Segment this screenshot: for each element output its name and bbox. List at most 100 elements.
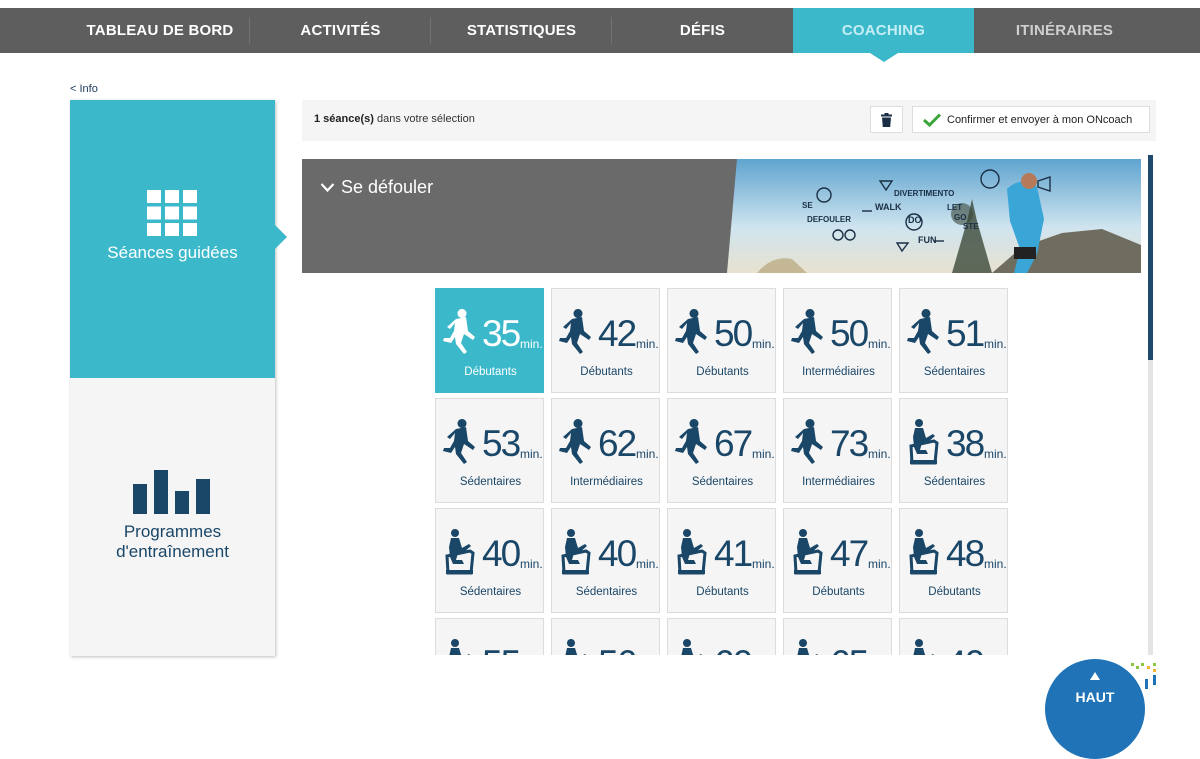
confirm-send-button[interactable]: Confirmer et envoyer à mon ONcoach	[912, 106, 1150, 133]
session-tile[interactable]: 48 min. Débutants	[899, 508, 1008, 613]
bike-icon	[909, 529, 939, 575]
banner-word: FUN	[918, 235, 937, 245]
tab-tableau-de-bord[interactable]: TABLEAU DE BORD	[0, 8, 250, 53]
selection-bar: 1 séance(s) dans votre sélection Confirm…	[302, 100, 1156, 141]
bike-icon	[793, 529, 823, 575]
session-duration: 41	[714, 533, 753, 574]
session-duration-unit: min.	[752, 337, 775, 351]
session-tile[interactable]: 35 min. Débutants	[435, 288, 544, 393]
session-duration: 35	[482, 313, 521, 354]
tab-statistiques[interactable]: STATISTIQUES	[431, 8, 612, 53]
delete-selection-button[interactable]	[870, 106, 903, 133]
session-tile[interactable]: 65min.	[783, 618, 892, 655]
selection-count: 1 séance(s)	[314, 113, 374, 125]
selection-summary: 1 séance(s) dans votre sélection	[314, 113, 475, 125]
session-level: Intermédiaires	[802, 366, 875, 378]
session-duration: 40	[598, 533, 637, 574]
session-level: Débutants	[696, 366, 749, 378]
session-tile[interactable]: 40min.	[899, 618, 1008, 655]
session-level: Sédentaires	[691, 476, 754, 488]
banner-word: GO	[954, 213, 967, 222]
session-duration-unit: min.	[636, 557, 659, 571]
session-duration-unit: min.	[868, 337, 891, 351]
coaching-sidebar: Séances guidées Programmes d'entraînemen…	[70, 100, 287, 656]
banner-word: DEFOULER	[807, 215, 851, 224]
session-duration: 42	[598, 313, 637, 354]
session-duration: 60	[714, 644, 753, 656]
banner-word: LET	[947, 203, 963, 212]
session-duration: 56	[598, 644, 637, 656]
session-duration: 47	[830, 533, 869, 574]
category-banner[interactable]: Se défouler DIVERTIMENTO WALK SE DEFOULE…	[302, 159, 1141, 273]
session-level: Sédentaires	[923, 366, 986, 378]
tab-coaching[interactable]: COACHING	[793, 8, 974, 62]
session-tile[interactable]: 51 min. Sédentaires	[899, 288, 1008, 393]
session-level: Sédentaires	[575, 586, 638, 598]
session-tile[interactable]: 67 min. Sédentaires	[667, 398, 776, 503]
session-duration-unit: min.	[984, 447, 1007, 461]
session-level: Débutants	[812, 586, 865, 598]
session-duration-unit: min.	[752, 447, 775, 461]
session-tile[interactable]: 38 min. Sédentaires	[899, 398, 1008, 503]
session-tile[interactable]: 60min.	[667, 618, 776, 655]
session-duration: 73	[830, 423, 869, 464]
session-duration-unit: min.	[868, 557, 891, 571]
tab-activites[interactable]: ACTIVITÉS	[250, 8, 431, 53]
bike-icon	[681, 639, 702, 655]
back-to-top-button[interactable]: HAUT	[1045, 659, 1145, 759]
session-level: Débutants	[928, 586, 981, 598]
session-tile[interactable]: 73 min. Intermédiaires	[783, 398, 892, 503]
bar-chart-icon	[133, 470, 210, 514]
bike-icon	[913, 639, 934, 655]
banner-word: DIVERTIMENTO	[894, 189, 955, 198]
session-tile[interactable]: 56min.	[551, 618, 660, 655]
session-duration: 62	[598, 423, 637, 464]
session-tile[interactable]: 50 min. Débutants	[667, 288, 776, 393]
session-tile[interactable]: 40 min. Sédentaires	[435, 508, 544, 613]
session-tile[interactable]: 42 min. Débutants	[551, 288, 660, 393]
grid-icon	[147, 190, 197, 236]
session-level: Sédentaires	[923, 476, 986, 488]
runner-icon	[791, 309, 823, 354]
session-duration: 55	[482, 644, 521, 656]
session-duration: 53	[482, 423, 521, 464]
session-tile[interactable]: 53 min. Sédentaires	[435, 398, 544, 503]
session-level: Débutants	[464, 366, 517, 378]
tab-defis[interactable]: DÉFIS	[612, 8, 793, 53]
bike-icon	[909, 419, 939, 465]
runner-icon	[907, 309, 939, 354]
session-level: Débutants	[580, 366, 633, 378]
session-tile[interactable]: 41 min. Débutants	[667, 508, 776, 613]
banner-word: WALK	[875, 202, 902, 212]
back-to-top-label: HAUT	[1075, 689, 1115, 705]
bike-icon	[677, 529, 707, 575]
session-tile[interactable]: 50 min. Intermédiaires	[783, 288, 892, 393]
session-tile[interactable]: 40 min. Sédentaires	[551, 508, 660, 613]
session-duration-unit: min.	[520, 447, 543, 461]
session-duration-unit: min.	[636, 337, 659, 351]
session-tile[interactable]: 47 min. Débutants	[783, 508, 892, 613]
bike-icon	[445, 529, 475, 575]
sidebar-item-seances-guidees[interactable]: Séances guidées	[70, 100, 287, 378]
session-duration-unit: min.	[520, 557, 543, 571]
bike-icon	[797, 639, 818, 655]
session-tiles: 35 min. Débutants 42 min. Débutants 50 min. Débu…	[435, 288, 1015, 655]
session-duration-unit: min.	[984, 557, 1007, 571]
trash-icon	[881, 112, 892, 127]
banner-word: STE	[963, 222, 979, 231]
banner-words: DIVERTIMENTO WALK SE DEFOULER LET GO DO …	[302, 159, 1141, 273]
tab-itineraires[interactable]: ITINÉRAIRES	[974, 8, 1155, 53]
scrollbar-thumb[interactable]	[1148, 155, 1153, 360]
session-duration: 40	[482, 533, 521, 574]
runner-icon	[675, 309, 707, 354]
session-tile[interactable]: 55min.	[435, 618, 544, 655]
bike-icon	[561, 529, 591, 575]
session-duration: 51	[946, 313, 985, 354]
session-duration: 65	[830, 644, 869, 656]
session-duration-unit: min.	[752, 557, 775, 571]
session-level: Sédentaires	[459, 476, 522, 488]
back-link-info[interactable]: < Info	[70, 83, 98, 95]
session-tile[interactable]: 62 min. Intermédiaires	[551, 398, 660, 503]
banner-word: SE	[802, 201, 813, 210]
banner-word: DO	[908, 215, 922, 225]
